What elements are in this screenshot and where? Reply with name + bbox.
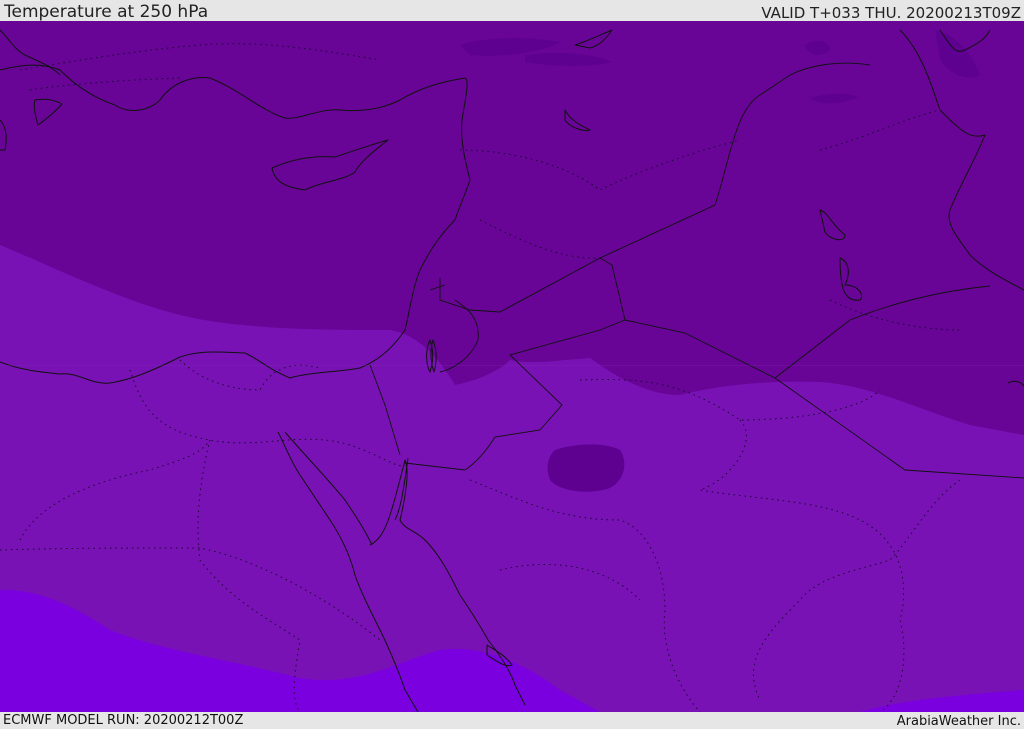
map-title: Temperature at 250 hPa <box>4 2 209 22</box>
footer-bar: ECMWF MODEL RUN: 20200212T00Z ArabiaWeat… <box>0 712 1024 729</box>
credit-label: ArabiaWeather Inc. <box>896 714 1021 729</box>
cold-pool-region <box>547 444 625 492</box>
header-bar: Temperature at 250 hPa VALID T+033 THU. … <box>0 0 1024 21</box>
model-run-label: ECMWF MODEL RUN: 20200212T00Z <box>3 713 244 728</box>
valid-time-label: VALID T+033 THU. 20200213T09Z <box>761 4 1021 22</box>
weather-map[interactable] <box>0 21 1024 712</box>
